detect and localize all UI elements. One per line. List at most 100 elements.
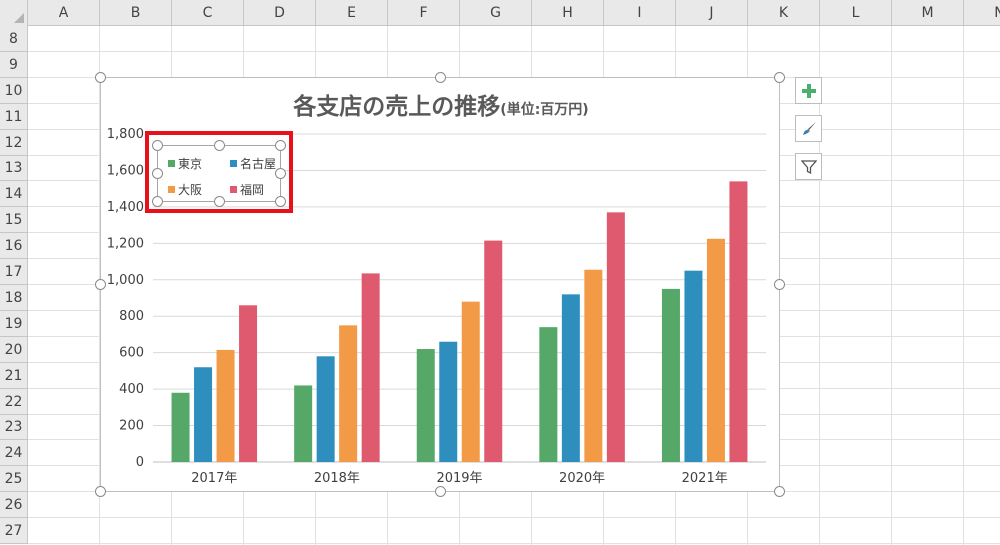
y-tick-label: 1,600 [107, 163, 144, 178]
legend-swatch-osaka [168, 186, 175, 193]
chart-filters-button[interactable] [795, 153, 822, 180]
legend-resize-handle-r[interactable] [275, 168, 286, 179]
bar-1-3[interactable] [361, 273, 380, 462]
chart-resize-handle-r[interactable] [774, 279, 785, 290]
legend-resize-handle-b[interactable] [214, 196, 225, 207]
column-header-l[interactable]: L [820, 0, 892, 26]
row-header-11[interactable]: 11 [0, 104, 28, 130]
chart-area[interactable]: 各支店の売上の推移(単位:百万円) 0 200 400 600 800 1,000 1,20… [95, 72, 785, 497]
chart-styles-button[interactable] [795, 115, 822, 142]
bar-3-1[interactable] [561, 294, 580, 462]
legend-resize-handle-tl[interactable] [152, 140, 163, 151]
chart-resize-handle-bl[interactable] [95, 486, 106, 497]
column-header-b[interactable]: B [100, 0, 172, 26]
legend-resize-handle-tr[interactable] [275, 140, 286, 151]
legend-resize-handle-bl[interactable] [152, 196, 163, 207]
bar-0-2[interactable] [216, 349, 235, 462]
column-header-k[interactable]: K [748, 0, 820, 26]
row-header-18[interactable]: 18 [0, 285, 28, 311]
bar-0-3[interactable] [239, 305, 258, 462]
chart-resize-handle-l[interactable] [95, 279, 106, 290]
column-header-m[interactable]: M [892, 0, 964, 26]
legend-label-nagoya: 名古屋 [240, 157, 277, 171]
row-header-9[interactable]: 9 [0, 52, 28, 78]
legend-label-tokyo: 東京 [178, 157, 203, 171]
column-header-n[interactable]: N [964, 0, 1000, 26]
legend-resize-handle-t[interactable] [214, 140, 225, 151]
row-gridline [28, 51, 1000, 52]
legend-swatch-nagoya [230, 160, 237, 167]
select-all-corner[interactable] [0, 0, 28, 26]
column-header-g[interactable]: G [460, 0, 532, 26]
bar-3-2[interactable] [584, 269, 603, 462]
row-header-23[interactable]: 23 [0, 415, 28, 440]
bar-4-2[interactable] [706, 238, 725, 462]
bar-0-1[interactable] [194, 367, 213, 462]
bar-3-3[interactable] [606, 212, 625, 462]
chart-resize-handle-tl[interactable] [95, 72, 106, 83]
legend-resize-handle-br[interactable] [275, 196, 286, 207]
y-tick-label: 0 [136, 455, 144, 470]
column-header-d[interactable]: D [244, 0, 316, 26]
column-header-a[interactable]: A [28, 0, 100, 26]
row-header-14[interactable]: 14 [0, 181, 28, 207]
legend-label-osaka: 大阪 [178, 183, 203, 197]
row-header-26[interactable]: 26 [0, 492, 28, 518]
column-header-i[interactable]: I [604, 0, 676, 26]
row-header-13[interactable]: 13 [0, 156, 28, 181]
chart-resize-handle-tr[interactable] [774, 72, 785, 83]
bar-3-0[interactable] [539, 327, 558, 462]
chart-elements-button[interactable] [795, 77, 822, 104]
filter-icon [800, 159, 817, 174]
row-header-20[interactable]: 20 [0, 337, 28, 363]
bar-4-1[interactable] [684, 270, 703, 462]
legend-swatch-tokyo [168, 160, 175, 167]
column-header-e[interactable]: E [316, 0, 388, 26]
column-header-c[interactable]: C [172, 0, 244, 26]
chart-resize-handle-br[interactable] [774, 486, 785, 497]
column-header-h[interactable]: H [532, 0, 604, 26]
bar-2-2[interactable] [461, 301, 480, 462]
row-header-15[interactable]: 15 [0, 207, 28, 233]
chart-resize-handle-t[interactable] [435, 72, 446, 83]
chart-legend[interactable]: 東京 名古屋 大阪 福岡 [152, 140, 286, 207]
bar-1-0[interactable] [294, 385, 313, 462]
bar-2-1[interactable] [439, 341, 458, 462]
legend-item-osaka: 大阪 [168, 181, 202, 198]
bar-1-2[interactable] [339, 325, 358, 462]
column-gridline [963, 26, 964, 545]
row-header-16[interactable]: 16 [0, 233, 28, 259]
row-header-27[interactable]: 27 [0, 518, 28, 544]
row-header-12[interactable]: 12 [0, 130, 28, 156]
bar-1-1[interactable] [316, 356, 335, 462]
bar-4-0[interactable] [661, 288, 680, 462]
y-tick-label: 1,200 [107, 236, 144, 251]
row-header-22[interactable]: 22 [0, 389, 28, 415]
row-header-24[interactable]: 24 [0, 440, 28, 466]
row-header-10[interactable]: 10 [0, 78, 28, 104]
bar-2-0[interactable] [416, 349, 435, 462]
y-tick-label: 1,000 [107, 273, 144, 288]
row-header-21[interactable]: 21 [0, 363, 28, 389]
row-header-17[interactable]: 17 [0, 259, 28, 285]
bar-2-3[interactable] [484, 240, 503, 462]
legend-item-nagoya: 名古屋 [230, 155, 276, 172]
y-tick-label: 400 [119, 382, 144, 397]
legend-item-tokyo: 東京 [168, 155, 202, 172]
row-header-19[interactable]: 19 [0, 311, 28, 337]
legend-item-fukuoka: 福岡 [230, 181, 264, 198]
row-header-25[interactable]: 25 [0, 466, 28, 492]
column-header-f[interactable]: F [388, 0, 460, 26]
column-header-j[interactable]: J [676, 0, 748, 26]
y-tick-label: 1,400 [107, 200, 144, 215]
bar-4-3[interactable] [729, 181, 748, 462]
legend-swatch-fukuoka [230, 186, 237, 193]
legend-resize-handle-l[interactable] [152, 168, 163, 179]
bar-0-0[interactable] [171, 392, 190, 462]
y-tick-label: 1,800 [107, 127, 144, 142]
chart-resize-handle-b[interactable] [435, 486, 446, 497]
row-gridline [28, 517, 1000, 518]
y-tick-label: 800 [119, 309, 144, 324]
column-gridline [891, 26, 892, 545]
row-header-8[interactable]: 8 [0, 26, 28, 52]
